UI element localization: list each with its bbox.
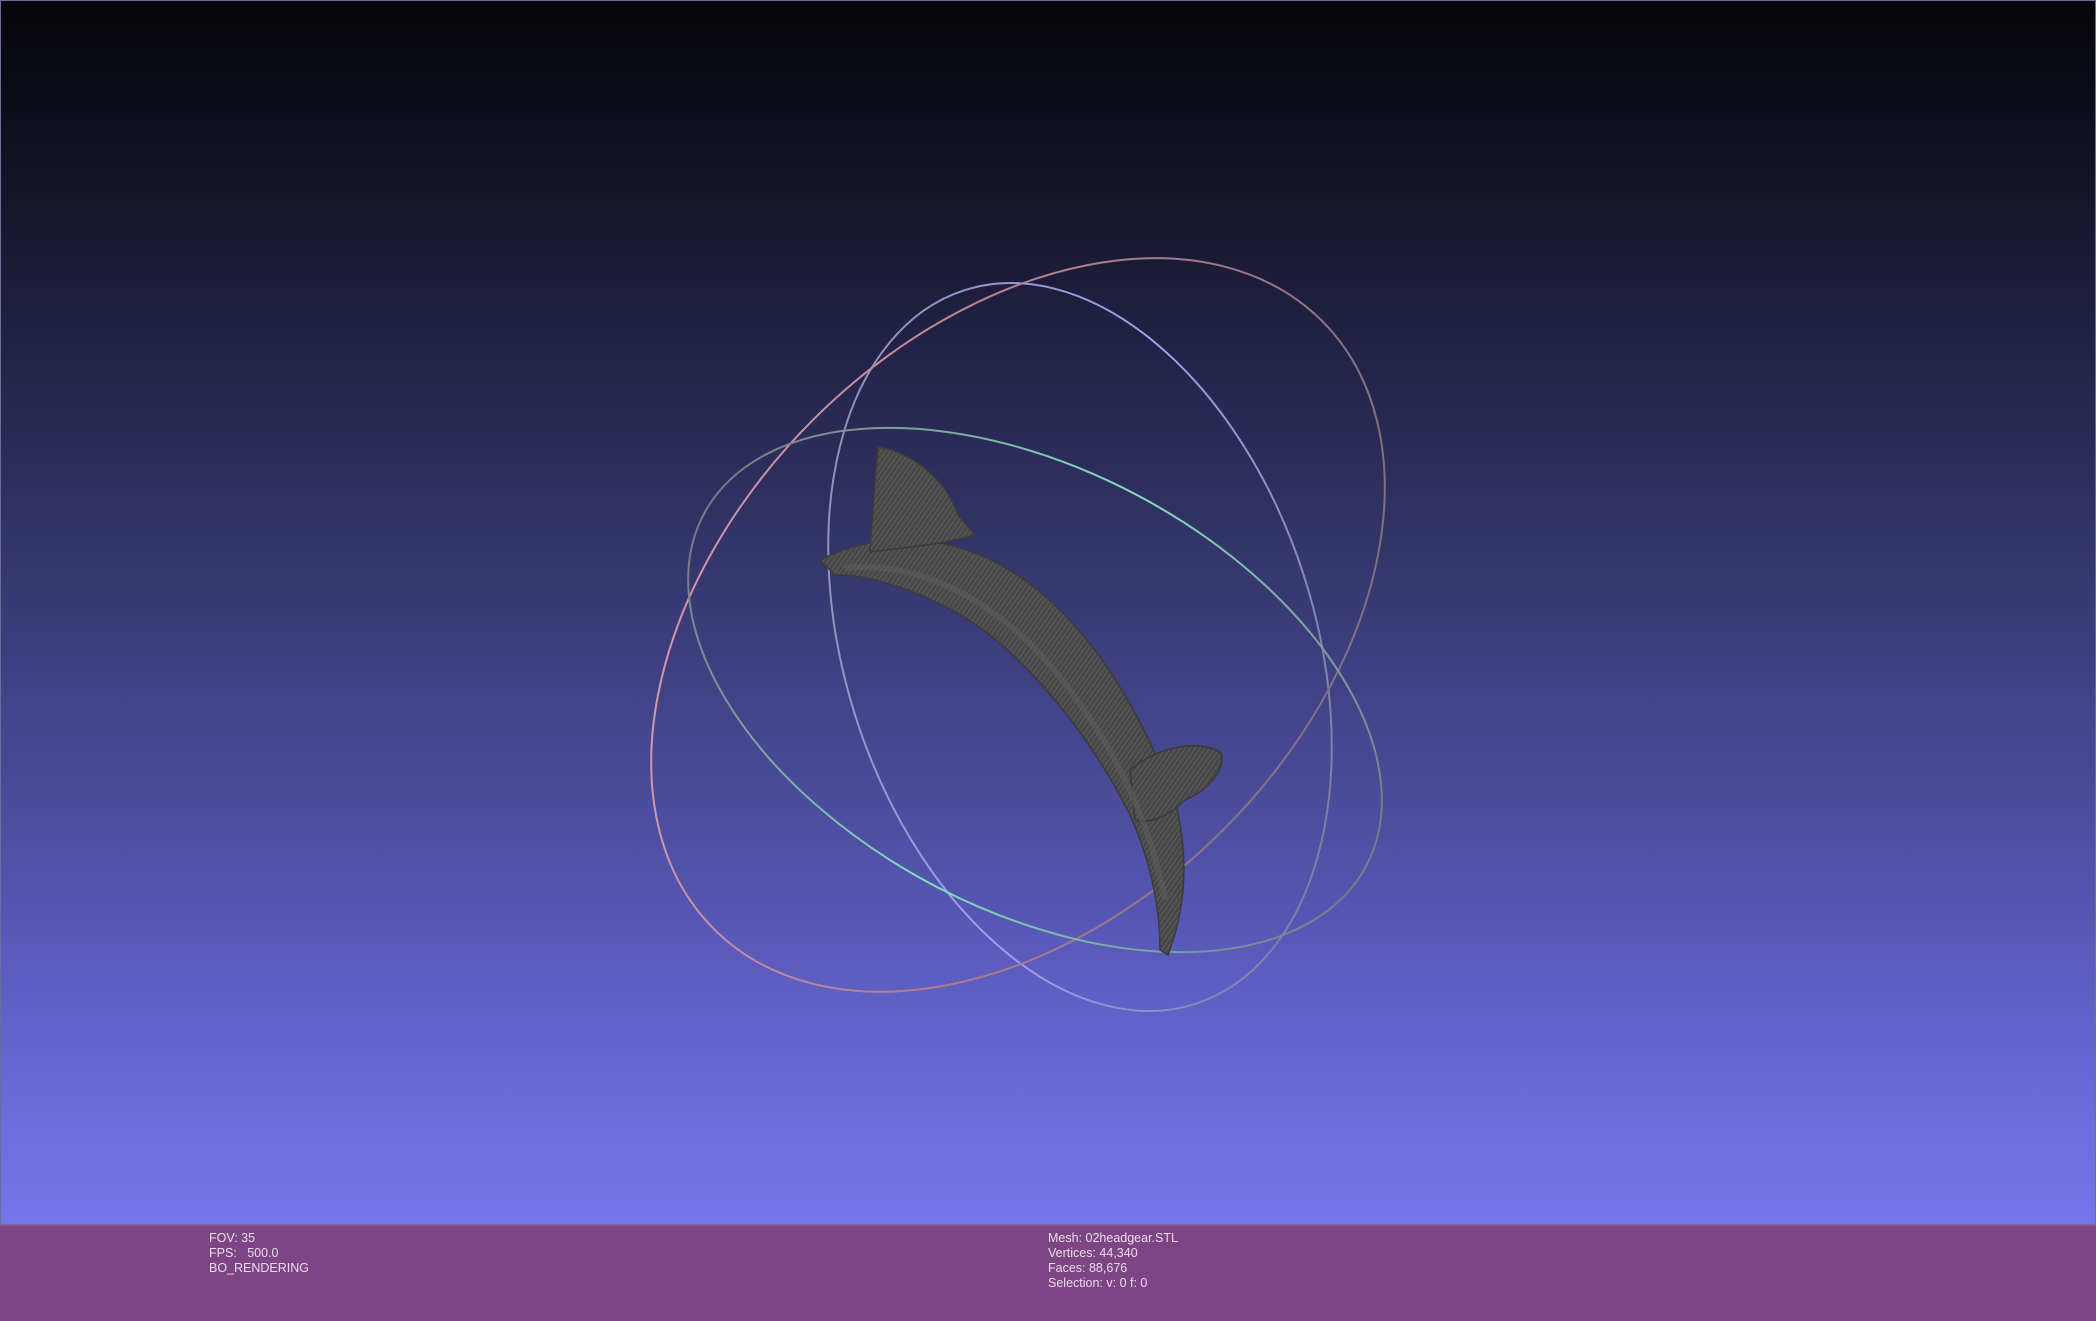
- trackball-ring-horizontal[interactable]: [601, 320, 1470, 1061]
- mesh-name-label: Mesh: 02headgear.STL: [1048, 1231, 1178, 1245]
- scene-canvas[interactable]: [0, 0, 2096, 1225]
- vertices-count-label: Vertices: 44,340: [1048, 1246, 1138, 1260]
- 3d-viewport[interactable]: [0, 0, 2096, 1225]
- headgear-mesh[interactable]: [818, 446, 1223, 957]
- mesh-info: Mesh: 02headgear.STL Vertices: 44,340 Fa…: [1048, 1231, 1178, 1291]
- faces-count-label: Faces: 88,676: [1048, 1261, 1128, 1275]
- rendering-mode-label: BO_RENDERING: [209, 1261, 310, 1275]
- fov-label: FOV: 35: [209, 1231, 256, 1245]
- fps-label: FPS: 500.0: [209, 1246, 279, 1260]
- mesh-top-fin: [869, 446, 977, 553]
- info-bar: FOV: 35 FPS: 500.0 BO_RENDERING Mesh: 02…: [0, 1225, 2096, 1321]
- mesh-band: [818, 538, 1185, 957]
- selection-label: Selection: v: 0 f: 0: [1048, 1276, 1148, 1290]
- render-info: FOV: 35 FPS: 500.0 BO_RENDERING: [209, 1231, 309, 1276]
